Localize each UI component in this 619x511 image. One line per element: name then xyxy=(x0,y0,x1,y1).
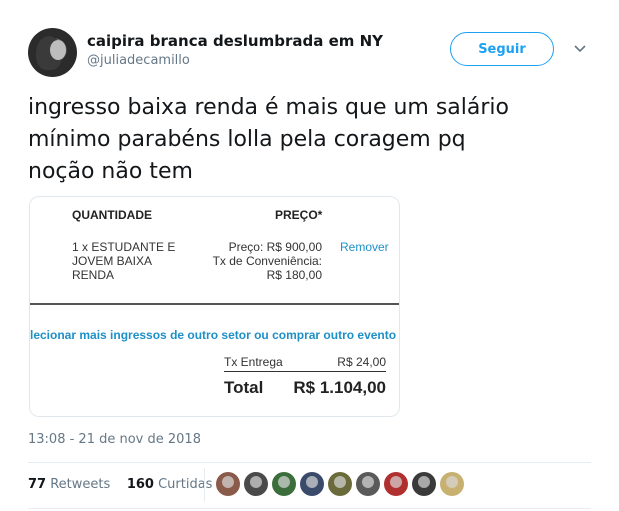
author-handle[interactable]: @juliadecamillo xyxy=(87,53,190,68)
liker-avatar[interactable] xyxy=(440,472,464,496)
item-line: 1 x ESTUDANTE E xyxy=(72,240,176,254)
divider xyxy=(30,303,399,305)
liker-avatar[interactable] xyxy=(216,472,240,496)
tweet-timestamp[interactable]: 13:08 - 21 de nov de 2018 xyxy=(28,432,201,447)
total-divider xyxy=(224,371,386,372)
liker-avatar[interactable] xyxy=(244,472,268,496)
delivery-fee-label: Tx Entrega xyxy=(224,355,283,369)
delivery-fee-row: Tx Entrega R$ 24,00 xyxy=(224,355,386,369)
more-tickets-link[interactable]: lecionar mais ingressos de outro setor o… xyxy=(30,328,396,342)
liker-avatar[interactable] xyxy=(384,472,408,496)
fee-label: Tx de Conveniência: xyxy=(212,254,322,268)
price-header: PREÇO* xyxy=(275,208,323,222)
tweet-stats: 77 Retweets 160 Curtidas xyxy=(28,477,212,492)
divider xyxy=(28,462,591,463)
tweet-text-line: ingresso baixa renda é mais que um salár… xyxy=(28,95,509,120)
liker-avatar[interactable] xyxy=(272,472,296,496)
tweet-text: ingresso baixa renda é mais que um salár… xyxy=(28,92,588,188)
total-row: Total R$ 1.104,00 xyxy=(224,378,386,398)
remove-link[interactable]: Remover xyxy=(340,240,389,254)
price-line: Preço: R$ 900,00 xyxy=(228,240,322,254)
retweets-count[interactable]: 77 xyxy=(28,477,46,492)
liker-avatar[interactable] xyxy=(300,472,324,496)
author-avatar[interactable] xyxy=(28,28,77,77)
likers-avatars xyxy=(216,472,464,496)
likes-count[interactable]: 160 xyxy=(127,477,154,492)
liker-avatar[interactable] xyxy=(412,472,436,496)
total-label: Total xyxy=(224,378,264,397)
retweets-label[interactable]: Retweets xyxy=(50,477,110,492)
item-line: RENDA xyxy=(72,268,115,282)
liker-avatar[interactable] xyxy=(328,472,352,496)
item-line: JOVEM BAIXA xyxy=(72,254,153,268)
follow-button[interactable]: Seguir xyxy=(450,32,554,66)
divider xyxy=(28,508,591,509)
liker-avatar[interactable] xyxy=(356,472,380,496)
ticket-item-description: 1 x ESTUDANTE E JOVEM BAIXA RENDA xyxy=(72,240,192,282)
fee-value: R$ 180,00 xyxy=(266,268,322,282)
ticket-image[interactable]: QUANTIDADE PREÇO* 1 x ESTUDANTE E JOVEM … xyxy=(29,196,400,417)
tweet-text-line: mínimo parabéns lolla pela coragem pq xyxy=(28,127,466,152)
total-value: R$ 1.104,00 xyxy=(293,378,386,397)
author-name[interactable]: caipira branca deslumbrada em NY xyxy=(87,32,383,50)
tweet-header: caipira branca deslumbrada em NY @juliad… xyxy=(28,28,608,78)
ticket-price-details: Preço: R$ 900,00 Tx de Conveniência: R$ … xyxy=(200,240,322,282)
divider xyxy=(204,468,205,502)
tweet-text-line: noção não tem xyxy=(28,159,193,184)
chevron-down-icon[interactable] xyxy=(574,42,586,54)
delivery-fee-value: R$ 24,00 xyxy=(337,355,386,369)
quantity-header: QUANTIDADE xyxy=(72,208,152,222)
